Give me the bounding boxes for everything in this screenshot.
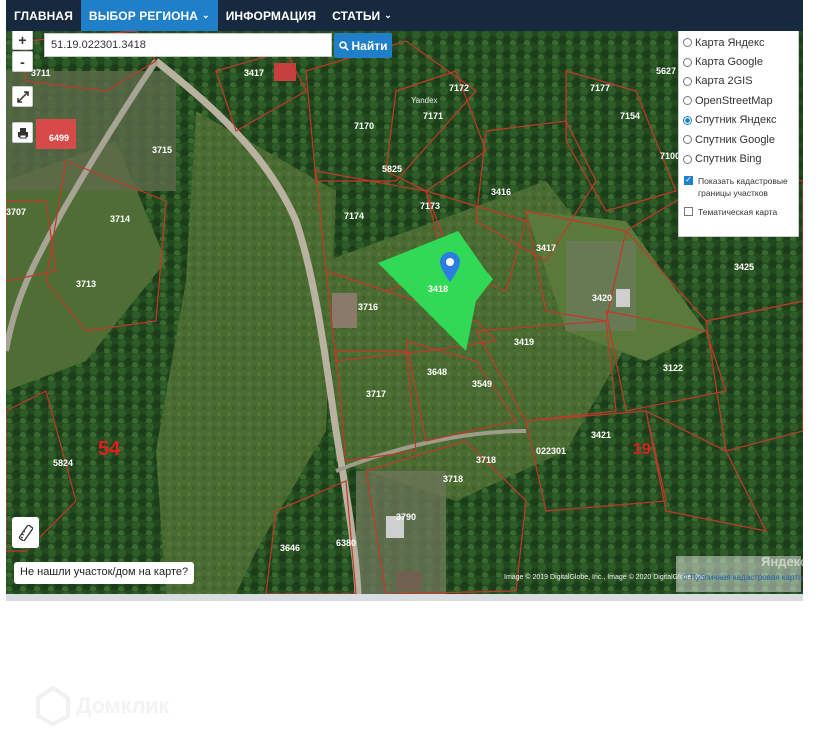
ruler-button[interactable]	[12, 517, 39, 548]
yandex-logo: Яндекс	[761, 554, 803, 569]
radio-icon[interactable]	[683, 57, 692, 67]
cadastral-block-label: 19	[633, 441, 651, 458]
parcel-label: 3646	[280, 543, 301, 553]
parcel-label: 3419	[514, 337, 535, 347]
parcel-label: 3549	[472, 379, 493, 389]
show-borders-toggle[interactable]: ✓ Показать кадастровые границы участков	[683, 175, 794, 199]
parcel-label: 3418	[428, 284, 449, 294]
checkbox-icon[interactable]	[684, 206, 693, 216]
parcel-label: 022301	[536, 446, 567, 456]
parcel-label: 7173	[420, 201, 441, 211]
parcel-label: 5627	[656, 66, 677, 76]
cadastral-block-label: 54	[98, 438, 121, 460]
parcel-label: 7154	[620, 111, 641, 121]
parcel-label: 7171	[423, 111, 444, 121]
map-copyright: Image © 2019 DigitalGlobe, Inc., Image ©…	[504, 574, 707, 581]
watermark-text: Домклик	[76, 693, 170, 718]
parcel-label: 5824	[53, 458, 74, 468]
nav-articles[interactable]: СТАТЬИ ⌄	[324, 0, 400, 31]
parcel-label: 3707	[6, 207, 27, 217]
parcel-label: 7177	[590, 83, 611, 93]
radio-icon[interactable]	[683, 38, 692, 48]
parcel-label: 3416	[491, 187, 512, 197]
parcel-label: 3717	[366, 389, 387, 399]
radio-icon[interactable]	[683, 96, 692, 106]
parcel-label: 5825	[382, 164, 403, 174]
parcel-label: 6380	[336, 538, 357, 548]
layer-option-yandex-satellite[interactable]: Спутник Яндекс	[683, 111, 794, 130]
radio-selected-icon[interactable]	[683, 115, 692, 125]
yandex-small-label: Yandex	[411, 96, 438, 105]
parcel-label: 7170	[354, 121, 375, 131]
app-root: ГЛАВНАЯ ВЫБОР РЕГИОНА ⌄ ИНФОРМАЦИЯ СТАТЬИ…	[0, 0, 818, 750]
chevron-down-icon: ⌄	[384, 10, 392, 20]
layer-option-google-satellite[interactable]: Спутник Google	[683, 130, 794, 149]
chevron-down-icon: ⌄	[202, 10, 210, 20]
zoom-out-button[interactable]: -	[12, 51, 33, 72]
parcel-label: 3421	[591, 430, 612, 440]
top-navigation: ГЛАВНАЯ ВЫБОР РЕГИОНА ⌄ ИНФОРМАЦИЯ СТАТЬИ…	[6, 0, 803, 31]
nav-home[interactable]: ГЛАВНАЯ	[6, 0, 81, 31]
parcel-label: 3713	[76, 279, 97, 289]
radio-icon[interactable]	[683, 135, 692, 145]
satellite-map[interactable]: 3711 3417 7172 7177 5627 7170 7171 3715 …	[6, 31, 803, 594]
print-button[interactable]	[12, 122, 33, 143]
parcel-label: 3425	[734, 262, 755, 272]
parcel-label: 3716	[358, 302, 379, 312]
expand-icon	[16, 90, 29, 103]
parcel-label: 3718	[443, 474, 464, 484]
thematic-map-toggle[interactable]: Тематическая карта	[683, 206, 794, 218]
nav-info[interactable]: ИНФОРМАЦИЯ	[218, 0, 324, 31]
parcel-label: 7172	[449, 83, 470, 93]
radio-icon[interactable]	[683, 154, 692, 164]
parcel-label: 3648	[427, 367, 448, 377]
layer-option-osm[interactable]: OpenStreetMap	[683, 91, 794, 110]
parcel-label: 6499	[49, 133, 70, 143]
parcel-label: 3790	[396, 512, 417, 522]
layer-option-bing-satellite[interactable]: Спутник Bing	[683, 149, 794, 168]
taskbar-strip	[6, 594, 803, 601]
zoom-in-button[interactable]: +	[12, 31, 33, 50]
parcel-label: 7174	[344, 211, 365, 221]
layer-option-yandex-map[interactable]: Карта Яндекс	[683, 33, 794, 52]
pkk-link[interactable]: © Публичная кадастровая карта	[682, 573, 802, 582]
parcel-label: 3417	[536, 243, 557, 253]
parcel-label: 3420	[592, 293, 613, 303]
parcel-label: 3417	[244, 68, 265, 78]
parcel-label: 3718	[476, 455, 497, 465]
domclick-watermark: Домклик	[36, 686, 169, 726]
layer-selector-panel: Карта Яндекс Карта Google Карта 2GIS Ope…	[678, 31, 799, 237]
ruler-icon	[18, 524, 33, 541]
nav-region-select[interactable]: ВЫБОР РЕГИОНА ⌄	[80, 0, 218, 31]
search-button[interactable]: Найти	[334, 33, 392, 58]
not-found-link[interactable]: Не нашли участок/дом на карте?	[14, 562, 195, 584]
location-pin-icon[interactable]	[440, 252, 460, 282]
parcel-label: 3715	[152, 145, 173, 155]
printer-icon	[17, 127, 28, 138]
search-icon	[338, 40, 349, 51]
domclick-logo-icon	[36, 686, 70, 726]
parcel-label: 3714	[110, 214, 131, 224]
fullscreen-button[interactable]	[12, 86, 33, 107]
radio-icon[interactable]	[683, 76, 692, 86]
parcel-label: 3122	[663, 363, 684, 373]
parcel-label: 3711	[31, 68, 51, 78]
search-input[interactable]: 51.19.022301.3418	[44, 33, 332, 57]
checkbox-checked-icon[interactable]: ✓	[684, 175, 693, 185]
layer-option-2gis-map[interactable]: Карта 2GIS	[683, 72, 794, 91]
layer-option-google-map[interactable]: Карта Google	[683, 52, 794, 71]
